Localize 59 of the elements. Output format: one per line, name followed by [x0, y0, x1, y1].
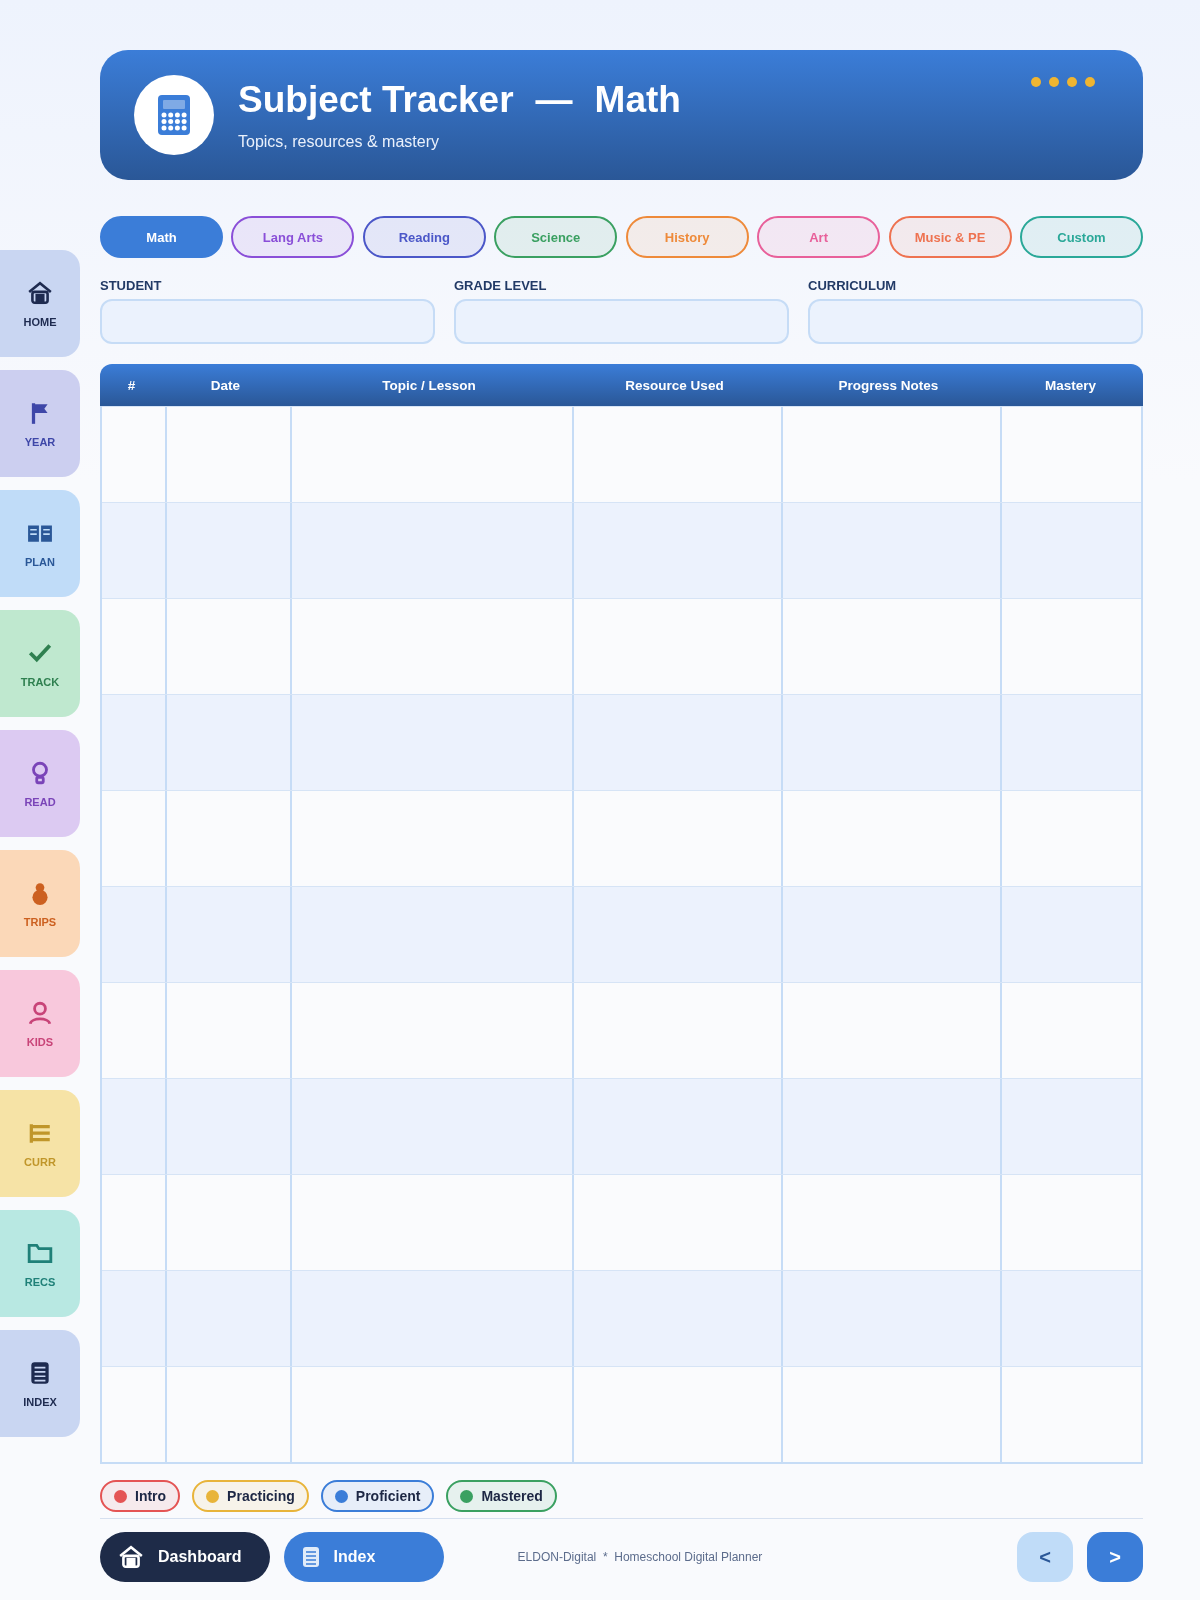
sidebar-tab[interactable]: TRACK — [0, 610, 80, 717]
field-label: STUDENT — [100, 278, 163, 293]
next-button[interactable]: > — [1087, 1532, 1143, 1582]
field-label: GRADE LEVEL — [454, 278, 548, 293]
page-title: Subject Tracker — [238, 79, 514, 121]
legend-label: Mastered — [481, 1488, 543, 1504]
person-icon — [27, 999, 53, 1026]
sidebar-tab-label: TRACK — [20, 675, 60, 688]
subject-tab[interactable]: Lang Arts — [231, 216, 355, 258]
document-icon — [301, 1546, 320, 1568]
subject-tab[interactable]: Music & PE — [888, 216, 1012, 258]
sidebar-tab[interactable]: KIDS — [0, 970, 80, 1077]
sidebar-tab-label: YEAR — [24, 435, 56, 448]
column-header: Resource Used — [624, 377, 725, 393]
home-icon — [27, 279, 53, 306]
column-header: Date — [209, 377, 242, 393]
subject-tab[interactable]: History — [625, 216, 749, 258]
legend-label: Intro — [135, 1488, 167, 1504]
title-dash: — — [535, 79, 573, 121]
subject-title: Math — [594, 79, 681, 121]
sidebar-tab[interactable]: READ — [0, 730, 80, 837]
legend-label: Practicing — [227, 1488, 295, 1504]
footer-credit: ELDON-Digital * Homeschool Digital Planner — [517, 1550, 764, 1564]
dashboard-button[interactable]: Dashboard — [100, 1532, 270, 1582]
input-field[interactable] — [100, 299, 435, 344]
column-header: Mastery — [1044, 377, 1097, 393]
index-button[interactable]: Index — [283, 1532, 444, 1582]
column-header: Progress Notes — [837, 377, 940, 393]
subject-tab[interactable]: Reading — [362, 216, 486, 258]
sidebar-tab-label: CURR — [24, 1155, 56, 1168]
sidebar-tab-label: RECS — [24, 1275, 56, 1288]
home-icon — [118, 1545, 144, 1569]
subject-tab[interactable]: Custom — [1019, 216, 1143, 258]
sidebar-tab-label: INDEX — [23, 1395, 57, 1408]
column-header: Topic / Lesson — [381, 377, 477, 393]
sidebar-tab-label: TRIPS — [23, 915, 57, 928]
sidebar-tab-label: KIDS — [26, 1035, 54, 1048]
sidebar-tab[interactable]: TRIPS — [0, 850, 80, 957]
legend-label: Proficient — [355, 1488, 421, 1504]
subject-tab[interactable]: Math — [100, 216, 223, 258]
subject-tab[interactable]: Science — [494, 216, 618, 258]
subject-tab[interactable]: Art — [757, 216, 881, 258]
previous-button[interactable]: < — [1017, 1532, 1073, 1582]
page-subtitle: Topics, resources & mastery — [238, 133, 440, 151]
input-field[interactable] — [808, 299, 1143, 344]
sidebar-tab-label: HOME — [23, 315, 57, 328]
calculator-icon — [157, 94, 191, 136]
sidebar-tab-label: READ — [24, 795, 56, 808]
field-label: CURRICULUM — [808, 278, 898, 293]
column-header: # — [126, 377, 137, 393]
sidebar-tab[interactable]: PLAN — [0, 490, 80, 597]
sidebar-tab[interactable]: RECS — [0, 1210, 80, 1317]
sidebar-tab[interactable]: INDEX — [0, 1330, 80, 1437]
input-field[interactable] — [454, 299, 789, 344]
dots-decoration — [1031, 77, 1095, 87]
sidebar-tab-label: PLAN — [25, 555, 55, 568]
sidebar-tab[interactable]: HOME — [0, 250, 80, 357]
sidebar-tab[interactable]: YEAR — [0, 370, 80, 477]
sidebar-tab[interactable]: CURR — [0, 1090, 80, 1197]
